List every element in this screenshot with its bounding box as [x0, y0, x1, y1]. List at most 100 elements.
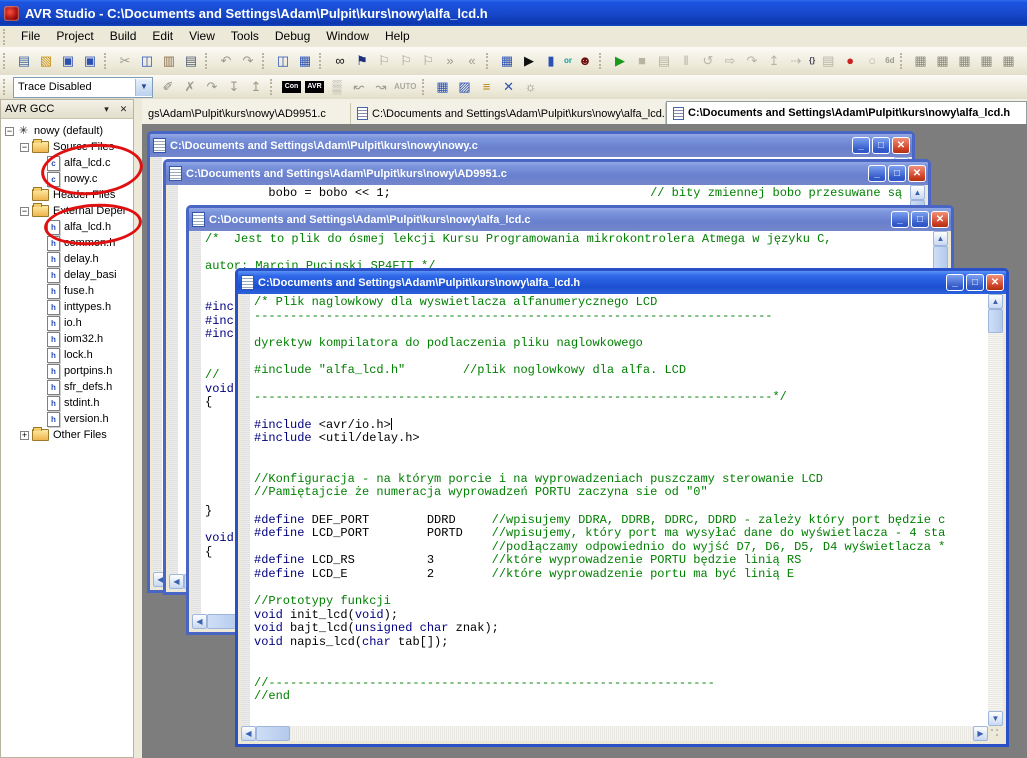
menu-window[interactable]: Window [318, 26, 377, 47]
tree-item[interactable]: −Source Files [1, 139, 133, 155]
pause-icon[interactable]: ‖ [675, 50, 697, 72]
next-statement-icon[interactable]: ▤ [817, 50, 839, 72]
tree-item[interactable]: hiom32.h [1, 331, 133, 347]
toggle-bookmark-icon[interactable]: ⚐ [373, 50, 395, 72]
tree-item[interactable]: −✳nowy (default) [1, 123, 133, 139]
gear-icon[interactable]: ☼ [520, 76, 542, 98]
run-icon[interactable]: ▶ [609, 50, 631, 72]
tree-expand-toggle[interactable]: − [5, 127, 14, 136]
menu-project[interactable]: Project [48, 26, 101, 47]
tree-item[interactable]: hinttypes.h [1, 299, 133, 315]
or-gate-icon[interactable]: or [562, 51, 574, 71]
document-tab-1[interactable]: C:\Documents and Settings\Adam\Pulpit\ku… [351, 103, 666, 124]
toolbar-grip[interactable] [3, 79, 10, 95]
close-button[interactable]: ✕ [892, 137, 910, 154]
new-file-icon[interactable]: ▤ [13, 50, 35, 72]
window-titlebar[interactable]: C:\Documents and Settings\Adam\Pulpit\ku… [189, 208, 951, 231]
tree-expand-toggle[interactable]: − [20, 207, 29, 216]
tree-item[interactable]: hportpins.h [1, 363, 133, 379]
menu-view[interactable]: View [181, 26, 223, 47]
scroll-right-icon[interactable]: ▶ [973, 726, 988, 741]
cursor-icon[interactable]: ▶ [518, 50, 540, 72]
bookmark-icon[interactable]: ⚑ [351, 50, 373, 72]
undo-icon[interactable]: ↶ [215, 50, 237, 72]
close-button[interactable]: ✕ [908, 165, 926, 182]
code-editor[interactable]: /* Plik naglowkowy dla wyswietlacza alfa… [250, 294, 987, 726]
menu-file[interactable]: File [13, 26, 48, 47]
minimize-button[interactable]: _ [891, 211, 909, 228]
toolbar-grip[interactable] [262, 53, 269, 69]
toolbar-grip[interactable] [3, 53, 10, 69]
build-run-icon[interactable]: ▤ [653, 50, 675, 72]
io-window-icon[interactable]: ▦ [998, 50, 1020, 72]
avr-window-icon[interactable]: AVR [305, 81, 324, 93]
tree-item[interactable]: hdelay_basi [1, 267, 133, 283]
trace-jump-icon[interactable]: ↷ [201, 76, 223, 98]
find-icon[interactable]: ∞ [329, 50, 351, 72]
window-titlebar[interactable]: C:\Documents and Settings\Adam\Pulpit\ku… [150, 134, 912, 157]
chevron-down-icon[interactable]: ▾ [99, 102, 114, 116]
tree-item[interactable]: Header Files [1, 187, 133, 203]
minimize-button[interactable]: _ [852, 137, 870, 154]
next-bookmark-icon[interactable]: ⚐ [395, 50, 417, 72]
memory-grid-icon[interactable]: ▒ [326, 76, 348, 98]
project-wizard-icon[interactable]: ▦ [294, 50, 316, 72]
quickwatch-icon[interactable]: 6d [883, 51, 896, 71]
branch-left-icon[interactable]: ↜ [348, 76, 370, 98]
memory-window-icon[interactable]: ▦ [954, 50, 976, 72]
disassembler-window-icon[interactable]: ▦ [976, 50, 998, 72]
remove-breakpoints-icon[interactable]: ○ [861, 50, 883, 72]
trace-down-icon[interactable]: ↧ [223, 76, 245, 98]
avr-device-icon[interactable]: ☻ [574, 50, 596, 72]
cascade-windows-icon[interactable]: ◫ [272, 50, 294, 72]
toolbar-grip[interactable] [422, 79, 429, 95]
menu-tools[interactable]: Tools [223, 26, 267, 47]
toolbar-grip[interactable] [599, 53, 606, 69]
remove-tracepoints-icon[interactable]: ✗ [179, 76, 201, 98]
panel-splitter[interactable] [134, 99, 142, 758]
paste-icon[interactable]: ▥ [158, 50, 180, 72]
tree-item[interactable]: +Other Files [1, 427, 133, 443]
step-over-icon[interactable]: ↷ [741, 50, 763, 72]
tree-item[interactable]: hstdint.h [1, 395, 133, 411]
tree-item[interactable]: hfuse.h [1, 283, 133, 299]
close-button[interactable]: ✕ [986, 274, 1004, 291]
trace-up-icon[interactable]: ↥ [245, 76, 267, 98]
tree-item[interactable]: hio.h [1, 315, 133, 331]
scrollbar-thumb[interactable] [933, 246, 948, 270]
resize-grip[interactable] [988, 726, 1003, 741]
scroll-down-icon[interactable]: ▼ [988, 711, 1003, 726]
scrollbar-thumb[interactable] [256, 726, 290, 741]
print-icon[interactable]: ▤ [180, 50, 202, 72]
scroll-up-icon[interactable]: ▲ [988, 294, 1003, 309]
reset-icon[interactable]: ↺ [697, 50, 719, 72]
branch-right-icon[interactable]: ↝ [370, 76, 392, 98]
autostep-icon[interactable]: {} [807, 51, 817, 71]
window-titlebar[interactable]: C:\Documents and Settings\Adam\Pulpit\ku… [238, 271, 1006, 294]
add-watch-icon[interactable]: ▦ [432, 76, 454, 98]
close-button[interactable]: ✕ [931, 211, 949, 228]
open-file-icon[interactable]: ▧ [35, 50, 57, 72]
tree-expand-toggle[interactable]: + [20, 431, 29, 440]
editor-window-alfa-lcd-h[interactable]: C:\Documents and Settings\Adam\Pulpit\ku… [235, 268, 1009, 747]
tree-item[interactable]: halfa_lcd.h [1, 219, 133, 235]
toolbar-grip[interactable] [104, 53, 111, 69]
tree-expand-toggle[interactable]: − [20, 143, 29, 152]
stack-view-icon[interactable]: ≡ [476, 76, 498, 98]
save-all-icon[interactable]: ▣ [79, 50, 101, 72]
close-icon[interactable]: ✕ [116, 102, 131, 116]
menu-help[interactable]: Help [377, 26, 418, 47]
horizontal-scrollbar[interactable]: ◀ ▶ [241, 726, 1003, 741]
toggle-tracepoint-icon[interactable]: ✐ [157, 76, 179, 98]
con-window-icon[interactable]: Con [282, 81, 301, 93]
trace-select[interactable]: Trace Disabled ▼ [13, 77, 153, 98]
scroll-left-icon[interactable]: ◀ [241, 726, 256, 741]
scroll-up-icon[interactable]: ▲ [910, 185, 925, 200]
minimize-button[interactable]: _ [946, 274, 964, 291]
document-tab-2[interactable]: C:\Documents and Settings\Adam\Pulpit\ku… [666, 101, 1027, 124]
toolbar-grip[interactable] [3, 29, 10, 45]
tree-item[interactable]: hsfr_defs.h [1, 379, 133, 395]
tree-item[interactable]: cnowy.c [1, 171, 133, 187]
copy-icon[interactable]: ◫ [136, 50, 158, 72]
toggle-breakpoint-icon[interactable]: ● [839, 50, 861, 72]
